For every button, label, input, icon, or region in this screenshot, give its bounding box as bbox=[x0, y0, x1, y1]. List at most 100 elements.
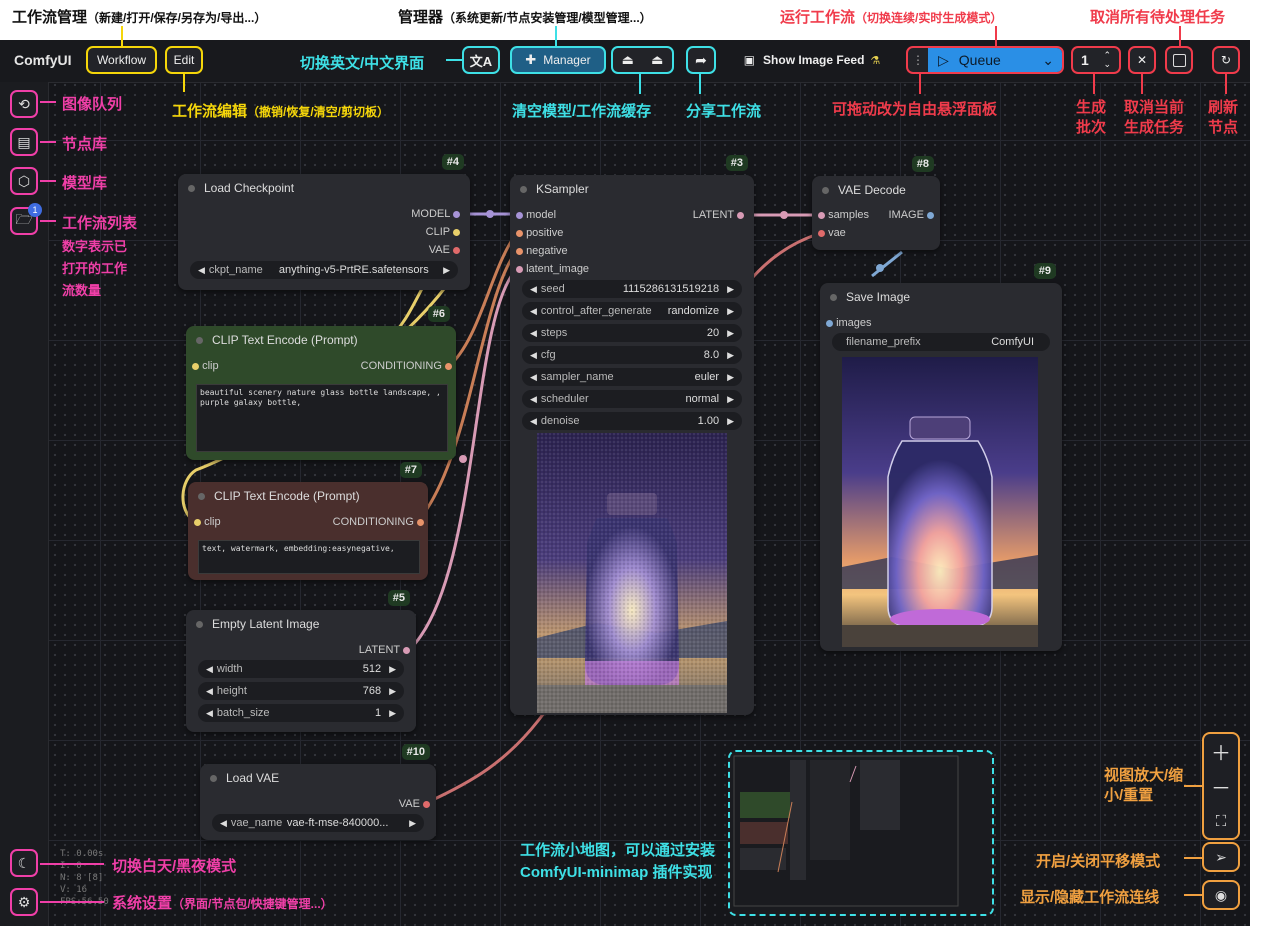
stepper-icon[interactable]: ⌃ ⌄ bbox=[1103, 51, 1111, 69]
moon-icon: ☾ bbox=[17, 854, 31, 871]
arrow-right-icon[interactable]: ▶ bbox=[727, 350, 734, 361]
output-slot-conditioning[interactable]: CONDITIONING bbox=[333, 516, 424, 528]
arrow-left-icon[interactable]: ◀ bbox=[206, 708, 213, 719]
arrow-left-icon[interactable]: ◀ bbox=[530, 328, 537, 339]
vae-name-widget[interactable]: ◀ vae_name vae-ft-mse-840000... ▶ bbox=[212, 814, 424, 832]
widget-label: cfg bbox=[540, 349, 556, 361]
node-empty-latent-image[interactable]: #5 Empty Latent Image LATENT ◀ width 512 ▶ … bbox=[186, 590, 416, 732]
input-slot-images[interactable]: images bbox=[826, 317, 872, 329]
arrow-left-icon[interactable]: ◀ bbox=[530, 372, 537, 383]
theme-toggle-button[interactable]: ☾ bbox=[10, 849, 38, 877]
arrow-right-icon[interactable]: ▶ bbox=[389, 708, 396, 719]
arrow-right-icon[interactable]: ▶ bbox=[389, 664, 396, 675]
slot-label: IMAGE bbox=[888, 209, 924, 221]
fit-view-icon[interactable]: ⛶ bbox=[1204, 804, 1238, 838]
arrow-right-icon[interactable]: ▶ bbox=[727, 306, 734, 317]
show-image-feed-button[interactable]: ▣ Show Image Feed ⚗ bbox=[732, 46, 892, 74]
input-slot-vae[interactable]: vae bbox=[818, 227, 846, 239]
control-after-generate-widget[interactable]: ◀ control_after_generate randomize ▶ bbox=[522, 302, 742, 320]
node-library-button[interactable]: ▤ bbox=[10, 128, 38, 156]
arrow-right-icon[interactable]: ▶ bbox=[389, 686, 396, 697]
workflow-menu-button[interactable]: Workflow bbox=[86, 46, 157, 74]
toggle-links-button[interactable]: ◉ bbox=[1202, 880, 1240, 910]
zoom-in-icon[interactable]: ＋ bbox=[1204, 734, 1238, 769]
free-memory-icon[interactable]: ⏏ bbox=[651, 52, 663, 68]
output-slot-image[interactable]: IMAGE bbox=[888, 209, 934, 221]
arrow-right-icon[interactable]: ▶ bbox=[409, 818, 416, 829]
denoise-widget[interactable]: ◀ denoise 1.00 ▶ bbox=[522, 412, 742, 430]
drag-handle-icon[interactable]: ⋮ bbox=[908, 53, 928, 67]
steps-widget[interactable]: ◀ steps 20 ▶ bbox=[522, 324, 742, 342]
prompt-textarea[interactable]: beautiful scenery nature glass bottle la… bbox=[196, 384, 448, 452]
node-id: #7 bbox=[399, 462, 422, 478]
share-button[interactable]: ➦ bbox=[686, 46, 716, 74]
width-widget[interactable]: ◀ width 512 ▶ bbox=[198, 660, 404, 678]
widget-label: ckpt_name bbox=[208, 264, 263, 276]
arrow-left-icon[interactable]: ◀ bbox=[198, 265, 205, 276]
seed-widget[interactable]: ◀ seed 1115286131519218 ▶ bbox=[522, 280, 742, 298]
arrow-left-icon[interactable]: ◀ bbox=[220, 818, 227, 829]
cfg-widget[interactable]: ◀ cfg 8.0 ▶ bbox=[522, 346, 742, 364]
arrow-right-icon[interactable]: ▶ bbox=[727, 372, 734, 383]
arrow-left-icon[interactable]: ◀ bbox=[530, 284, 537, 295]
height-widget[interactable]: ◀ height 768 ▶ bbox=[198, 682, 404, 700]
node-save-image[interactable]: #9 Save Image images filename_prefix Com… bbox=[820, 263, 1062, 651]
output-slot-latent[interactable]: LATENT bbox=[693, 209, 744, 221]
arrow-right-icon[interactable]: ▶ bbox=[727, 394, 734, 405]
scheduler-widget[interactable]: ◀ scheduler normal ▶ bbox=[522, 390, 742, 408]
cancel-all-button[interactable] bbox=[1165, 46, 1193, 74]
sampler-name-widget[interactable]: ◀ sampler_name euler ▶ bbox=[522, 368, 742, 386]
pan-mode-button[interactable]: ➢ bbox=[1202, 842, 1240, 872]
arrow-left-icon[interactable]: ◀ bbox=[206, 664, 213, 675]
input-slot-negative[interactable]: negative bbox=[516, 245, 568, 257]
ckpt-name-widget[interactable]: ◀ ckpt_name anything-v5-PrtRE.safetensor… bbox=[190, 261, 458, 279]
input-slot-samples[interactable]: samples bbox=[818, 209, 869, 221]
arrow-left-icon[interactable]: ◀ bbox=[530, 350, 537, 361]
zoom-out-icon[interactable]: － bbox=[1204, 769, 1238, 804]
output-slot-vae[interactable]: VAE bbox=[399, 798, 430, 810]
image-queue-button[interactable]: ⟲ bbox=[10, 90, 38, 118]
arrow-right-icon[interactable]: ▶ bbox=[727, 416, 734, 427]
node-ksampler[interactable]: #3 KSampler model positive negative late… bbox=[510, 155, 754, 715]
chevron-down-icon[interactable]: ⌄ bbox=[1042, 52, 1054, 69]
node-load-checkpoint[interactable]: #4 Load Checkpoint MODEL CLIP VAE ◀ ckpt… bbox=[178, 154, 470, 290]
arrow-right-icon[interactable]: ▶ bbox=[727, 284, 734, 295]
arrow-right-icon[interactable]: ▶ bbox=[443, 265, 450, 276]
input-slot-latent-image[interactable]: latent_image bbox=[516, 263, 589, 275]
output-slot-model[interactable]: MODEL bbox=[411, 208, 460, 220]
arrow-left-icon[interactable]: ◀ bbox=[530, 306, 537, 317]
input-slot-model[interactable]: model bbox=[516, 209, 556, 221]
output-slot-conditioning[interactable]: CONDITIONING bbox=[361, 360, 452, 372]
model-library-button[interactable]: ⬡ bbox=[10, 167, 38, 195]
input-slot-clip[interactable]: clip bbox=[192, 360, 219, 372]
refresh-button[interactable]: ↻ bbox=[1212, 46, 1240, 74]
batch-size-widget[interactable]: ◀ batch_size 1 ▶ bbox=[198, 704, 404, 722]
minimap[interactable] bbox=[728, 750, 994, 916]
unload-models-icon[interactable]: ⏏ bbox=[622, 52, 634, 68]
prompt-textarea[interactable]: text, watermark, embedding:easynegative, bbox=[198, 540, 420, 574]
edit-menu-button[interactable]: Edit bbox=[165, 46, 203, 74]
cancel-current-button[interactable]: ✕ bbox=[1128, 46, 1156, 74]
arrow-left-icon[interactable]: ◀ bbox=[530, 394, 537, 405]
manager-button[interactable]: ✚ Manager bbox=[510, 46, 606, 74]
batch-count-input[interactable]: 1 ⌃ ⌄ bbox=[1071, 46, 1121, 74]
arrow-right-icon[interactable]: ▶ bbox=[727, 328, 734, 339]
node-vae-decode[interactable]: #8 VAE Decode samples vae IMAGE bbox=[812, 156, 940, 250]
arrow-left-icon[interactable]: ◀ bbox=[530, 416, 537, 427]
node-clip-text-positive[interactable]: #6 CLIP Text Encode (Prompt) clip CONDIT… bbox=[186, 306, 456, 460]
settings-button[interactable]: ⚙ bbox=[10, 888, 38, 916]
node-clip-text-negative[interactable]: #7 CLIP Text Encode (Prompt) clip CONDIT… bbox=[188, 462, 428, 580]
input-slot-positive[interactable]: positive bbox=[516, 227, 563, 239]
input-slot-clip[interactable]: clip bbox=[194, 516, 221, 528]
queue-button[interactable]: ▷ Queue ⌄ bbox=[928, 48, 1062, 72]
filename-prefix-widget[interactable]: filename_prefix ComfyUI bbox=[832, 333, 1050, 351]
widget-value: 20 bbox=[706, 327, 720, 339]
arrow-left-icon[interactable]: ◀ bbox=[206, 686, 213, 697]
annotation-toggle-links: 显示/隐藏工作流连线 bbox=[1020, 889, 1160, 906]
output-slot-vae[interactable]: VAE bbox=[429, 244, 460, 256]
workflow-list-button[interactable]: 🗁 1 bbox=[10, 203, 42, 235]
language-toggle-button[interactable]: 文A bbox=[462, 46, 500, 74]
node-load-vae[interactable]: #10 Load VAE VAE ◀ vae_name vae-ft-mse-840… bbox=[200, 744, 436, 840]
output-slot-latent[interactable]: LATENT bbox=[359, 644, 410, 656]
output-slot-clip[interactable]: CLIP bbox=[426, 226, 460, 238]
